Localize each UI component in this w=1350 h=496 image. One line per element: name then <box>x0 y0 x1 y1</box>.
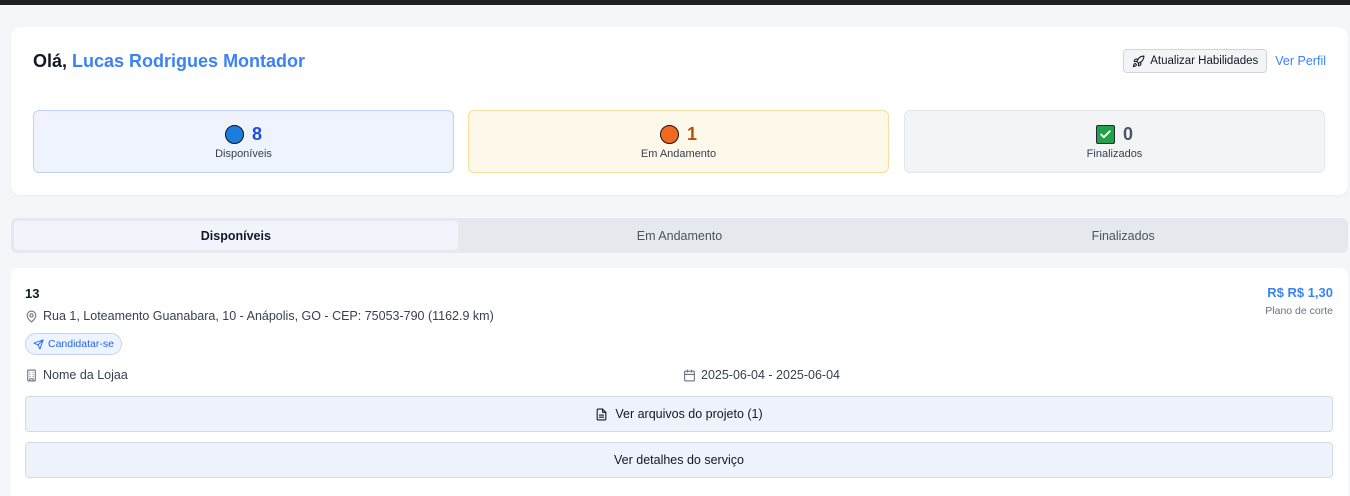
check-box-icon <box>1095 125 1115 144</box>
update-skills-label: Atualizar Habilidades <box>1150 55 1259 67</box>
header-card: Olá, Lucas Rodrigues Montador Atualizar … <box>11 27 1348 195</box>
stat-in-progress-label: Em Andamento <box>640 147 717 160</box>
greeting: Olá, Lucas Rodrigues Montador <box>33 51 305 72</box>
service-store-name: Nome da Lojaa <box>43 368 128 382</box>
service-dates-text: 2025-06-04 - 2025-06-04 <box>701 368 840 382</box>
top-bar <box>0 0 1350 5</box>
apply-button[interactable]: Candidatar-se <box>25 333 122 355</box>
send-icon <box>33 338 44 350</box>
orange-circle-icon <box>659 125 679 144</box>
tab-available[interactable]: Disponíveis <box>14 221 458 250</box>
view-files-label: Ver arquivos do projeto (1) <box>615 407 763 421</box>
stat-available[interactable]: 8 Disponíveis <box>33 110 454 173</box>
stat-finished[interactable]: 0 Finalizados <box>904 110 1325 173</box>
service-card: 13 Rua 1, Loteamento Guanabara, 10 - Aná… <box>11 268 1348 496</box>
apply-label: Candidatar-se <box>48 338 114 350</box>
stat-in-progress[interactable]: 1 Em Andamento <box>468 110 889 173</box>
view-details-label: Ver detalhes do serviço <box>614 453 744 467</box>
stat-available-label: Disponíveis <box>215 147 272 160</box>
header-actions: Atualizar Habilidades Ver Perfil <box>1123 49 1326 73</box>
stat-available-value: 8 <box>251 124 262 144</box>
service-price: R$ R$ 1,30 <box>1267 285 1333 300</box>
building-icon <box>25 369 38 382</box>
calendar-icon <box>683 369 696 382</box>
stat-in-progress-value: 1 <box>686 124 697 144</box>
stat-finished-label: Finalizados <box>1086 147 1143 160</box>
rocket-icon <box>1132 55 1145 68</box>
view-profile-link[interactable]: Ver Perfil <box>1275 54 1326 68</box>
map-pin-icon <box>25 310 38 323</box>
service-dates: 2025-06-04 - 2025-06-04 <box>683 368 840 382</box>
tab-in-progress[interactable]: Em Andamento <box>458 221 902 250</box>
user-name: Lucas Rodrigues Montador <box>72 51 306 71</box>
view-details-button[interactable]: Ver detalhes do serviço <box>25 442 1333 478</box>
view-files-button[interactable]: Ver arquivos do projeto (1) <box>25 396 1333 432</box>
service-id: 13 <box>25 286 40 301</box>
service-price-subtitle: Plano de corte <box>1265 305 1333 317</box>
service-tabs: Disponíveis Em Andamento Finalizados <box>11 218 1348 253</box>
file-text-icon <box>595 408 608 421</box>
service-address-text: Rua 1, Loteamento Guanabara, 10 - Anápol… <box>43 309 494 323</box>
service-address: Rua 1, Loteamento Guanabara, 10 - Anápol… <box>25 309 494 323</box>
service-store: Nome da Lojaa <box>25 368 128 382</box>
update-skills-button[interactable]: Atualizar Habilidades <box>1123 49 1268 73</box>
blue-circle-icon <box>224 125 244 144</box>
greeting-text: Olá, <box>33 51 68 71</box>
stat-finished-value: 0 <box>1122 124 1133 144</box>
tab-finished[interactable]: Finalizados <box>901 221 1345 250</box>
